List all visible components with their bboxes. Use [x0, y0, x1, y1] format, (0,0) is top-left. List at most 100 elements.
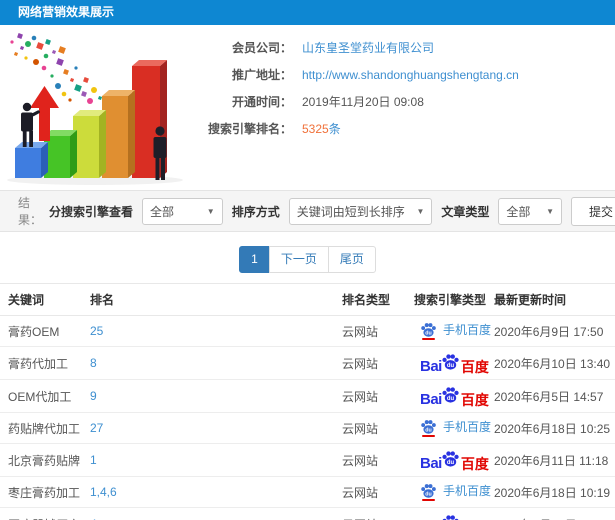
- company-label: 会员公司：: [231, 41, 292, 55]
- baidu-logo: Baidu百度: [420, 513, 489, 520]
- result-label: 结果：: [18, 196, 43, 227]
- rank-count-link[interactable]: 5325条: [302, 120, 341, 138]
- rank-cell: 27: [88, 412, 340, 444]
- last-page-button[interactable]: 尾页: [327, 246, 376, 273]
- svg-text:du: du: [447, 396, 455, 402]
- baidu-paw-icon: du: [442, 449, 460, 471]
- table-row: 枣庄膏药加工 1,4,6 云网站 du 手机百度 2020年6月18日 10:19: [0, 476, 615, 508]
- keyword-cell: 膏药OEM: [0, 315, 88, 347]
- mobile-baidu-logo: du 手机百度: [420, 321, 492, 340]
- rank-link[interactable]: 25: [90, 324, 103, 338]
- rank-link[interactable]: 8: [90, 356, 97, 370]
- rank-cell: 1: [88, 443, 340, 477]
- baidu-logo-bai: Bai: [420, 455, 442, 472]
- col-header-engine-type: 搜索引擎类型: [412, 283, 492, 316]
- article-type-select[interactable]: 全部 ▼: [498, 197, 562, 225]
- rank-link[interactable]: 1: [90, 453, 97, 467]
- baidu-logo-bai: Bai: [420, 391, 442, 408]
- rank-type-cell: 云网站: [340, 507, 412, 520]
- keyword-cell: 北京膏药贴牌: [0, 443, 88, 477]
- svg-text:du: du: [425, 330, 431, 336]
- results-table: 关键词 排名 排名类型 搜索引擎类型 最新更新时间 膏药OEM 25 云网站 du 手机…: [0, 283, 615, 520]
- mobile-baidu-label: 手机百度: [443, 420, 492, 434]
- table-row: OEM代加工 9 云网站 Bai du 百度 2020年6月5日 14:57: [0, 379, 615, 413]
- growth-bar-chart-illustration: [7, 33, 183, 185]
- col-header-rank: 排名: [88, 283, 340, 316]
- svg-text:du: du: [425, 491, 431, 497]
- engine-type-cell: Baidu 百度: [412, 379, 492, 413]
- info-list: 会员公司： 山东皇圣堂药业有限公司 推广地址： http://www.shand…: [190, 25, 615, 190]
- rank-cell: 25: [88, 315, 340, 347]
- engine-type-cell: du 手机百度: [412, 476, 492, 508]
- engine-type-cell: du 手机百度: [412, 315, 492, 347]
- rank-link[interactable]: 27: [90, 421, 103, 435]
- col-header-rank-type: 排名类型: [340, 283, 412, 316]
- next-page-button[interactable]: 下一页: [268, 246, 329, 273]
- filter-bar: 结果： 分搜索引擎查看 全部 ▼ 排序方式 关键词由短到长排序 ▼ 文章类型 全…: [0, 190, 615, 232]
- baidu-paw-icon: du: [420, 482, 437, 501]
- mobile-baidu-logo: du 手机百度: [420, 482, 492, 501]
- rank-cell: 9: [88, 379, 340, 413]
- svg-text:du: du: [447, 363, 455, 369]
- table-row: 医疗器械厂家4云网站 Baidu百度2020年5月29日 10:32: [0, 507, 615, 520]
- engine-type-cell: Baidu百度: [412, 507, 492, 520]
- rank-count-unit: 条: [328, 122, 341, 136]
- sort-label: 排序方式: [231, 204, 280, 219]
- chevron-down-icon: ▼: [416, 206, 425, 216]
- table-row: 北京膏药贴牌 1 云网站 Bai du 百度 2020年6月11日 11:18: [0, 443, 615, 477]
- baidu-logo-bai: Bai: [420, 358, 442, 375]
- engine-type-cell: Baidu百度: [412, 346, 492, 380]
- info-row-open-time: 开通时间： 2019年11月20日 09:08: [190, 93, 615, 111]
- page-1-button[interactable]: 1: [239, 246, 270, 273]
- engine-view-select[interactable]: 全部 ▼: [141, 197, 223, 225]
- rank-type-cell: 云网站: [340, 379, 412, 413]
- sort-select[interactable]: 关键词由短到长排序 ▼: [288, 197, 433, 225]
- submit-button[interactable]: 提交: [571, 196, 615, 226]
- promotion-url-link[interactable]: http://www.shandonghuangshengtang.cn: [302, 66, 519, 84]
- keyword-cell: 枣庄膏药加工: [0, 476, 88, 508]
- table-header-row: 关键词 排名 排名类型 搜索引擎类型 最新更新时间: [0, 283, 615, 316]
- keyword-cell: OEM代加工: [0, 379, 88, 413]
- baidu-paw-icon: du: [420, 321, 437, 340]
- mobile-baidu-logo: du 手机百度: [420, 418, 492, 437]
- mobile-baidu-label: 手机百度: [443, 484, 492, 498]
- rank-link[interactable]: 1,4,6: [90, 485, 117, 499]
- baidu-logo-name: 百度: [460, 392, 489, 408]
- info-row-rank-count: 搜索引擎排名： 5325条: [190, 120, 615, 138]
- article-type-selected-value: 全部: [506, 204, 531, 219]
- window-title: 网络营销效果展示: [0, 0, 615, 25]
- table-row: 药贴牌代加工 27 云网站 du 手机百度 2020年6月18日 10:25: [0, 412, 615, 444]
- engine-type-cell: du 手机百度: [412, 412, 492, 444]
- engine-view-label: 分搜索引擎查看: [48, 204, 133, 219]
- info-section: 会员公司： 山东皇圣堂药业有限公司 推广地址： http://www.shand…: [0, 25, 615, 190]
- open-time-value: 2019年11月20日 09:08: [302, 95, 424, 109]
- sort-selected-value: 关键词由短到长排序: [296, 204, 405, 219]
- mobile-baidu-label: 手机百度: [443, 323, 492, 337]
- table-row: 膏药OEM 25 云网站 du 手机百度 2020年6月9日 17:50: [0, 315, 615, 347]
- updated-time-cell: 2020年6月9日 17:50: [492, 315, 615, 347]
- updated-time-cell: 2020年5月29日 10:32: [492, 507, 615, 520]
- baidu-logo: Baidu 百度: [420, 385, 489, 407]
- keyword-cell: 医疗器械厂家: [0, 507, 88, 520]
- rank-type-cell: 云网站: [340, 412, 412, 444]
- keyword-cell: 膏药代加工: [0, 346, 88, 380]
- filter-controls: 分搜索引擎查看 全部 ▼ 排序方式 关键词由短到长排序 ▼ 文章类型 全部 ▼ …: [48, 196, 615, 226]
- company-link[interactable]: 山东皇圣堂药业有限公司: [302, 39, 434, 57]
- chevron-down-icon: ▼: [546, 206, 554, 216]
- article-type-label: 文章类型: [441, 204, 490, 219]
- col-header-keyword: 关键词: [0, 283, 88, 316]
- open-time-label: 开通时间：: [231, 95, 292, 109]
- updated-time-cell: 2020年6月18日 10:25: [492, 412, 615, 444]
- rank-count-number: 5325: [302, 122, 329, 136]
- keyword-cell: 药贴牌代加工: [0, 412, 88, 444]
- engine-view-selected-value: 全部: [149, 204, 174, 219]
- rank-link[interactable]: 9: [90, 389, 97, 403]
- rank-cell: 8: [88, 346, 340, 380]
- chevron-down-icon: ▼: [206, 206, 215, 216]
- rank-type-cell: 云网站: [340, 443, 412, 477]
- baidu-paw-icon: du: [420, 418, 437, 437]
- baidu-paw-icon: du: [442, 513, 460, 520]
- engine-type-cell: Baidu百度: [412, 443, 492, 477]
- baidu-logo: Baidu百度: [420, 352, 489, 374]
- updated-time-cell: 2020年6月18日 10:19: [492, 476, 615, 508]
